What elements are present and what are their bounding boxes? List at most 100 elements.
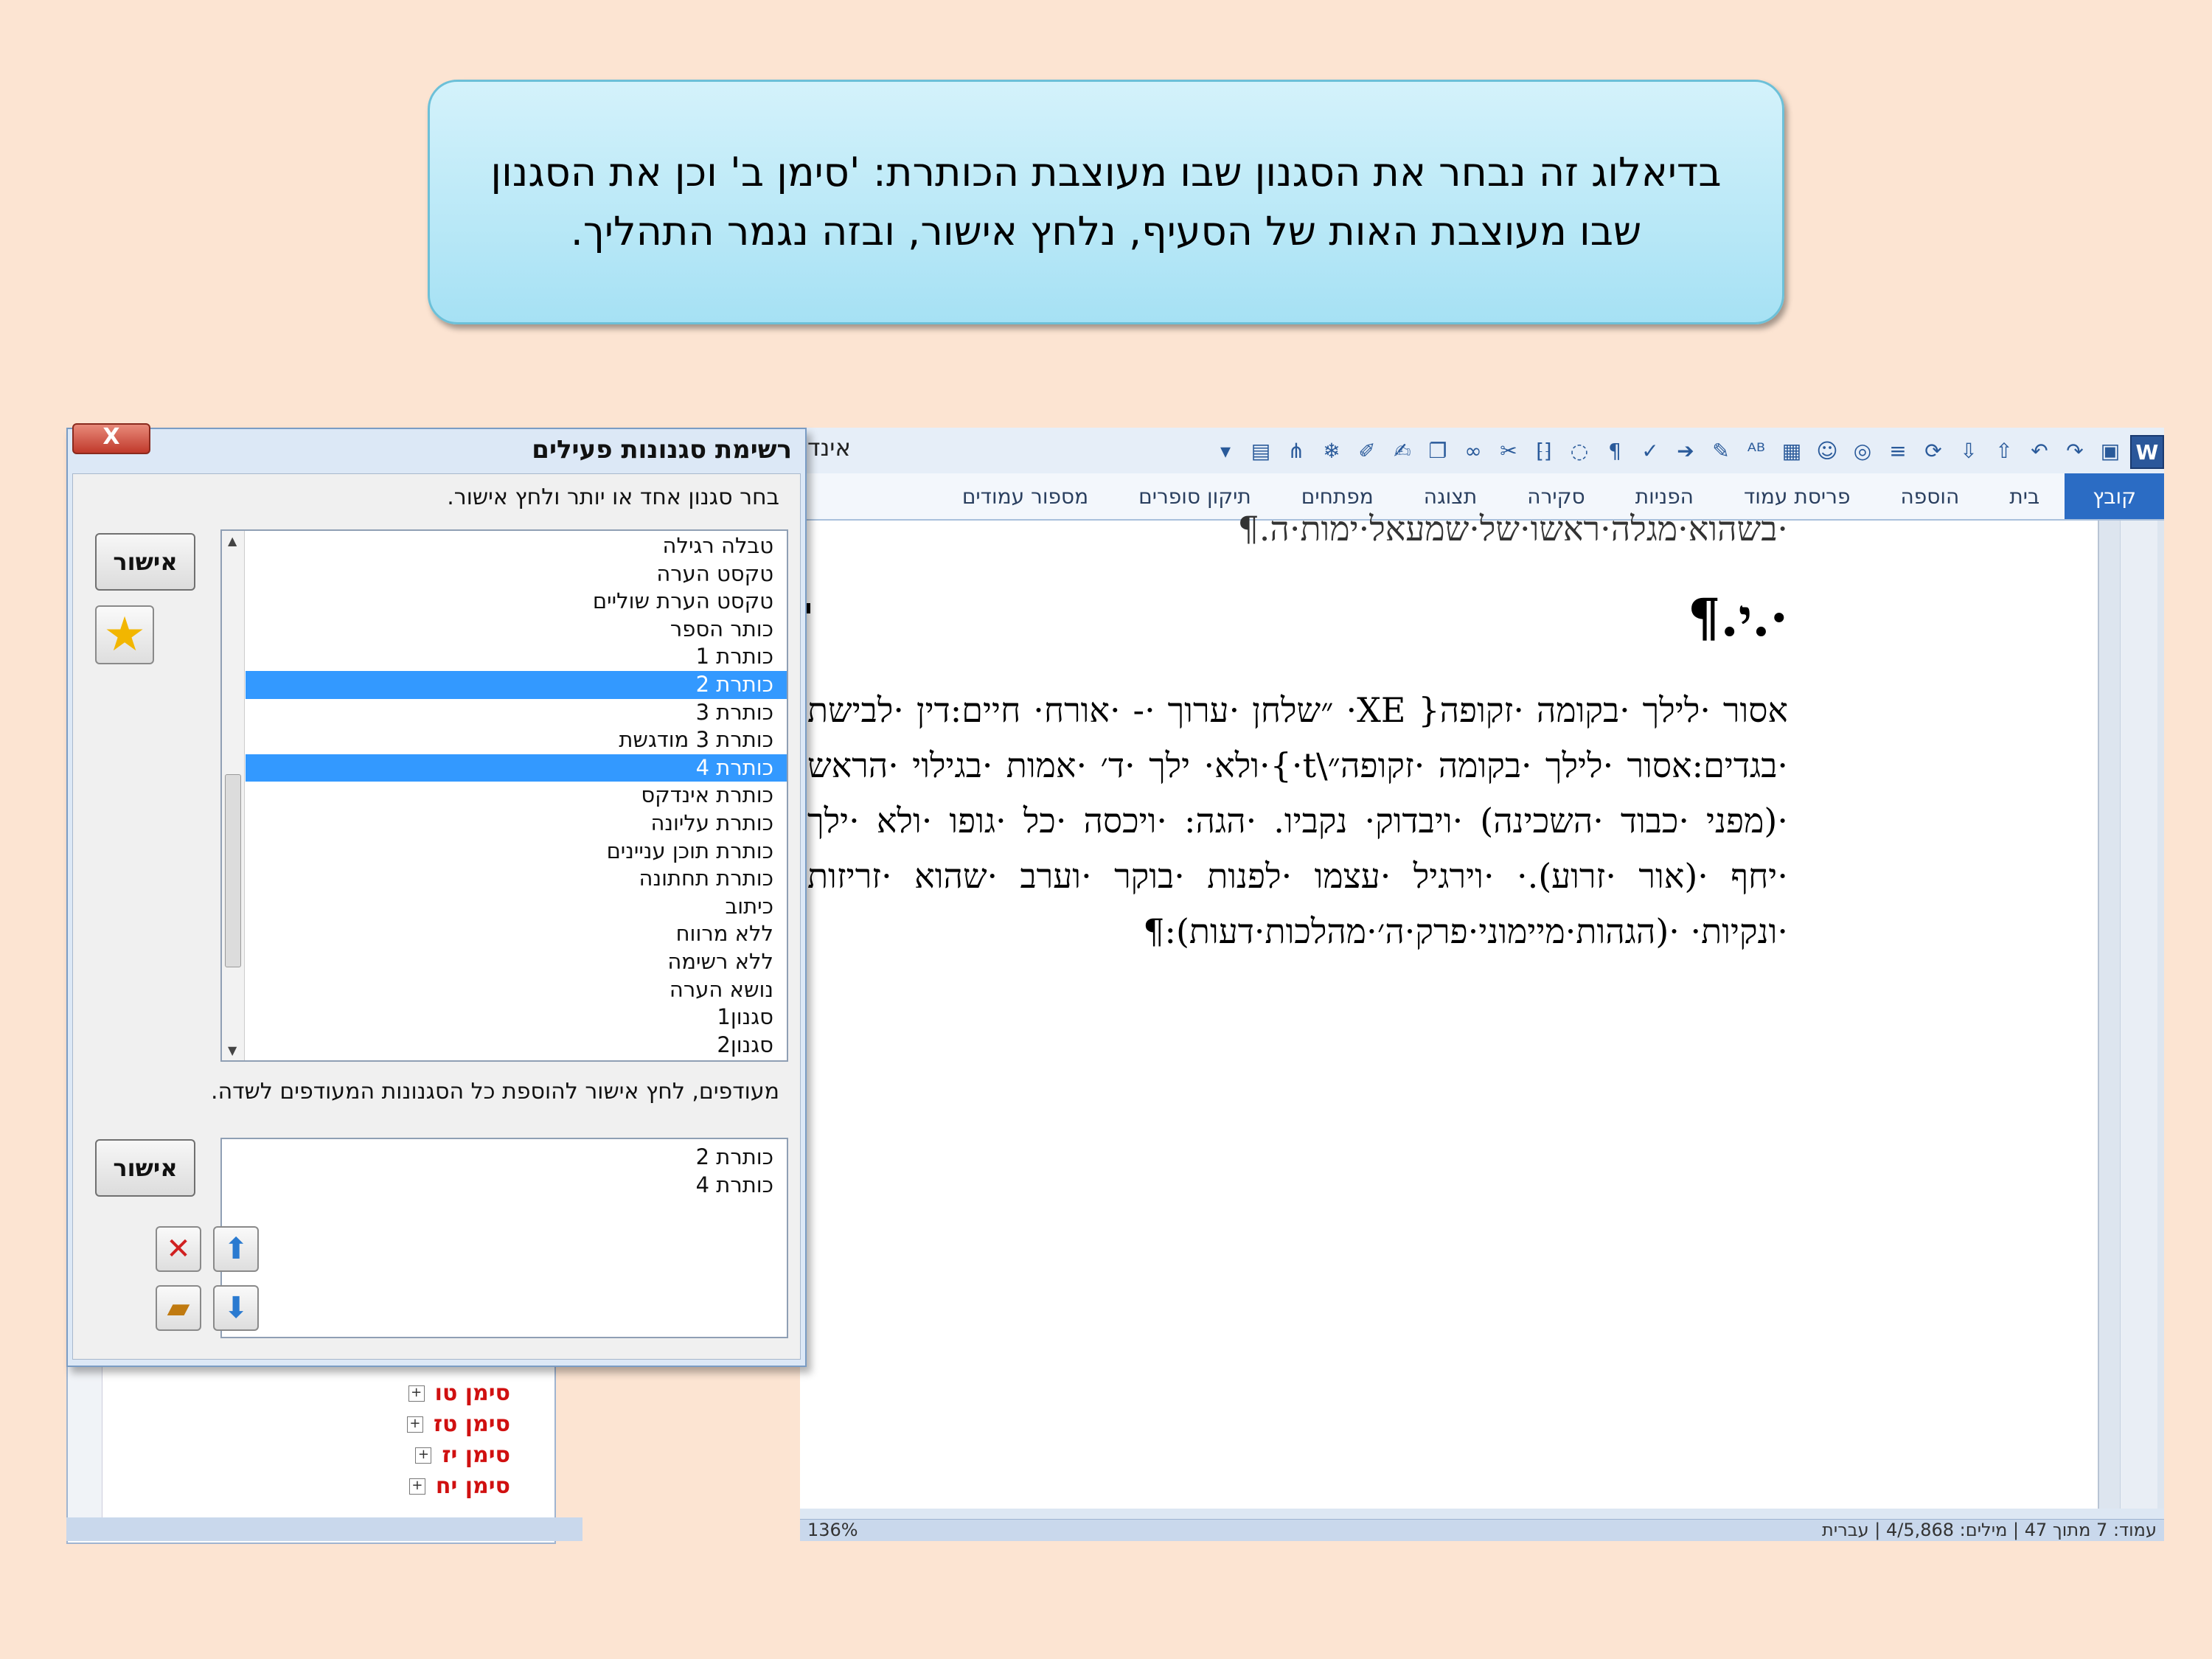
style-list-item[interactable]: כותרת 4 bbox=[246, 754, 787, 782]
tab-home[interactable]: בית bbox=[1984, 473, 2065, 519]
nav-scrollbar[interactable] bbox=[68, 1351, 102, 1540]
style-list-item[interactable]: כותרת 3 bbox=[246, 699, 787, 727]
expand-icon[interactable]: + bbox=[408, 1478, 425, 1495]
nav-item[interactable]: סימן יח + bbox=[408, 1473, 510, 1499]
word-logo-icon[interactable]: W bbox=[2130, 435, 2164, 469]
arrow-down-icon[interactable]: ⇩ bbox=[1953, 435, 1984, 466]
style-list-item[interactable]: סגנון2 bbox=[246, 1032, 787, 1060]
nav-item-label: סימן יז bbox=[442, 1442, 510, 1468]
active-styles-dialog: רשימת סגנונות פעילים X בחר סגנון אחד או … bbox=[66, 423, 807, 1367]
styles-list-scrollbar[interactable]: ▲ ▼ bbox=[222, 531, 245, 1060]
style-list-item[interactable]: טקסט הערה bbox=[246, 560, 787, 588]
document-heading: ·.י.¶ bbox=[1687, 587, 1788, 648]
expand-icon[interactable]: + bbox=[415, 1447, 432, 1464]
instruction-top: בחר סגנון אחד או יותר ולחץ אישור. bbox=[447, 484, 779, 510]
field-icon[interactable]: ⁅⁆ bbox=[1528, 435, 1559, 466]
status-info: עמוד: 7 מתוך 47 | מילים: 4/5,868 | עברית bbox=[1822, 1520, 2157, 1540]
dialog-titlebar: רשימת סגנונות פעילים X bbox=[68, 423, 805, 470]
grid-icon[interactable]: ▦ bbox=[1776, 435, 1807, 466]
instruction-callout: בדיאלוג זה נבחר את הסגנון שבו מעוצבת הכו… bbox=[428, 80, 1784, 324]
undo-icon[interactable]: ↶ bbox=[2024, 435, 2055, 466]
spellcheck-icon[interactable]: ✓ bbox=[1635, 435, 1666, 466]
document-area: ·בשהוא·מגלה·ראשו·של·שמעאל·ימות·ה.¶ ·.י.¶… bbox=[800, 509, 2164, 1509]
favorites-listbox[interactable]: כותרת 2 כותרת 4 bbox=[220, 1138, 788, 1338]
style-list-item[interactable]: כותרת 3 מודגשת bbox=[246, 726, 787, 754]
nav-item-label: סימן טז bbox=[433, 1411, 510, 1437]
ok-favorites-button[interactable]: אישור bbox=[95, 1139, 195, 1197]
tree-icon[interactable]: ⋔ bbox=[1281, 435, 1312, 466]
tab-page-numbering[interactable]: מספור עמודים bbox=[937, 473, 1113, 519]
instruction-bottom: מעודפים, לחץ אישור להוספת כל הסגנונות המ… bbox=[211, 1079, 779, 1105]
scroll-down-icon[interactable]: ▼ bbox=[228, 1043, 237, 1057]
close-button[interactable]: X bbox=[72, 423, 150, 454]
style-list-item[interactable]: כותרת עליונה bbox=[246, 810, 787, 838]
tools-icon[interactable]: ✂ bbox=[1493, 435, 1524, 466]
style-list-item[interactable]: טבלה רגילה bbox=[246, 532, 787, 560]
style-list-item[interactable]: כותרת 1 bbox=[246, 643, 787, 671]
arrow-up-icon[interactable]: ⇧ bbox=[1989, 435, 2020, 466]
status-bar: 136% עמוד: 7 מתוך 47 | מילים: 4/5,868 | … bbox=[800, 1519, 2164, 1541]
styles-listbox[interactable]: ▲ ▼ טבלה רגילה טקסט הערה טקסט הערת שוליים כ… bbox=[220, 529, 788, 1062]
copy-icon[interactable]: ❐ bbox=[1422, 435, 1453, 466]
style-list-item[interactable]: כותר הספר bbox=[246, 616, 787, 644]
pilcrow-icon[interactable]: ¶ bbox=[1599, 435, 1630, 466]
dialog-title: רשימת סגנונות פעילים bbox=[532, 435, 792, 465]
tab-insert[interactable]: הוספה bbox=[1875, 473, 1984, 519]
quick-access-toolbar: אינד W ▣ ↷ ↶ ⇧ ⇩ ⟳ ≡ ◎ ☺ ▦ ᴬᴮ ✎ ➔ ✓ ¶ ◌ … bbox=[800, 428, 2164, 474]
snowflake-icon[interactable]: ❄ bbox=[1316, 435, 1347, 466]
document-paragraph[interactable]: אסור ·לילך ·בקומה ·זקופה{ XE· ״שלחן ·ערו… bbox=[807, 683, 1788, 959]
expand-icon[interactable]: + bbox=[408, 1385, 425, 1402]
nav-item-label: סימן טו bbox=[434, 1380, 510, 1406]
scroll-thumb[interactable] bbox=[225, 774, 241, 967]
nav-item[interactable]: סימן טז + bbox=[406, 1411, 510, 1437]
window-title-fragment: אינד bbox=[807, 434, 851, 462]
move-down-icon[interactable]: ⬇ bbox=[213, 1285, 259, 1331]
style-list-item[interactable]: כותרת תוכן עניינים bbox=[246, 838, 787, 866]
smiley-icon[interactable]: ☺ bbox=[1812, 435, 1843, 466]
style-list-item[interactable]: כיתוב bbox=[246, 893, 787, 921]
move-up-icon[interactable]: ⬆ bbox=[213, 1226, 259, 1272]
customize-dropdown-icon[interactable]: ▾ bbox=[1210, 435, 1241, 466]
vertical-scrollbar[interactable] bbox=[2120, 521, 2157, 1509]
import-folder-icon[interactable]: ▰ bbox=[156, 1285, 201, 1331]
style-list-item[interactable]: כותרת 2 bbox=[246, 670, 787, 699]
nav-item-label: סימן יח bbox=[435, 1473, 510, 1499]
style-list-item[interactable]: סגנון1 bbox=[246, 1004, 787, 1032]
navigation-pane: סימן טו + סימן טז + סימן יז + סימן יח + bbox=[66, 1349, 556, 1544]
favorite-star-icon[interactable]: ★ bbox=[95, 605, 154, 664]
bubble-icon[interactable]: ◌ bbox=[1564, 435, 1595, 466]
forward-icon[interactable]: ➔ bbox=[1670, 435, 1701, 466]
edit-icon[interactable]: ✍ bbox=[1387, 435, 1418, 466]
document-page[interactable]: ·בשהוא·מגלה·ראשו·של·שמעאל·ימות·ה.¶ ·.י.¶… bbox=[800, 509, 2099, 1509]
document-top-line: ·בשהוא·מגלה·ראשו·של·שמעאל·ימות·ה.¶ bbox=[1237, 509, 1788, 549]
style-list-item[interactable]: כותרת תחתונה bbox=[246, 865, 787, 893]
link-icon[interactable]: ∞ bbox=[1458, 435, 1489, 466]
brush-icon[interactable]: ✐ bbox=[1352, 435, 1382, 466]
style-list-item[interactable]: ללא מרווח bbox=[246, 920, 787, 948]
style-list-item[interactable]: ללא רשימה bbox=[246, 948, 787, 976]
style-list-item[interactable]: כותרת אינדקס bbox=[246, 782, 787, 810]
expand-icon[interactable]: + bbox=[406, 1416, 423, 1433]
zoom-slider[interactable] bbox=[66, 1517, 582, 1541]
globe-icon[interactable]: ◎ bbox=[1847, 435, 1878, 466]
favorite-item[interactable]: כותרת 4 bbox=[222, 1172, 787, 1200]
redo-icon[interactable]: ↷ bbox=[2059, 435, 2090, 466]
word-window: אינד W ▣ ↷ ↶ ⇧ ⇩ ⟳ ≡ ◎ ☺ ▦ ᴬᴮ ✎ ➔ ✓ ¶ ◌ … bbox=[800, 428, 2164, 1541]
eraser-icon[interactable]: ✎ bbox=[1705, 435, 1736, 466]
save-icon[interactable]: ▣ bbox=[2095, 435, 2126, 466]
favorite-item[interactable]: כותרת 2 bbox=[222, 1144, 787, 1172]
font-icon[interactable]: ᴬᴮ bbox=[1741, 435, 1772, 466]
delete-icon[interactable]: ✕ bbox=[156, 1226, 201, 1272]
style-list-item[interactable]: נושא הערה bbox=[246, 976, 787, 1004]
align-icon[interactable]: ≡ bbox=[1882, 435, 1913, 466]
document-icon[interactable]: ▤ bbox=[1245, 435, 1276, 466]
refresh-icon[interactable]: ⟳ bbox=[1918, 435, 1949, 466]
nav-item[interactable]: סימן טו + bbox=[408, 1380, 510, 1406]
scroll-up-icon[interactable]: ▲ bbox=[228, 534, 237, 548]
tab-file[interactable]: קובץ bbox=[2065, 473, 2164, 519]
nav-item[interactable]: סימן יז + bbox=[415, 1442, 510, 1468]
style-list-item[interactable]: טקסט הערת שוליים bbox=[246, 588, 787, 616]
zoom-level[interactable]: 136% bbox=[807, 1520, 858, 1540]
callout-text: בדיאלוג זה נבחר את הסגנון שבו מעוצבת הכו… bbox=[490, 149, 1722, 254]
ok-button[interactable]: אישור bbox=[95, 533, 195, 591]
